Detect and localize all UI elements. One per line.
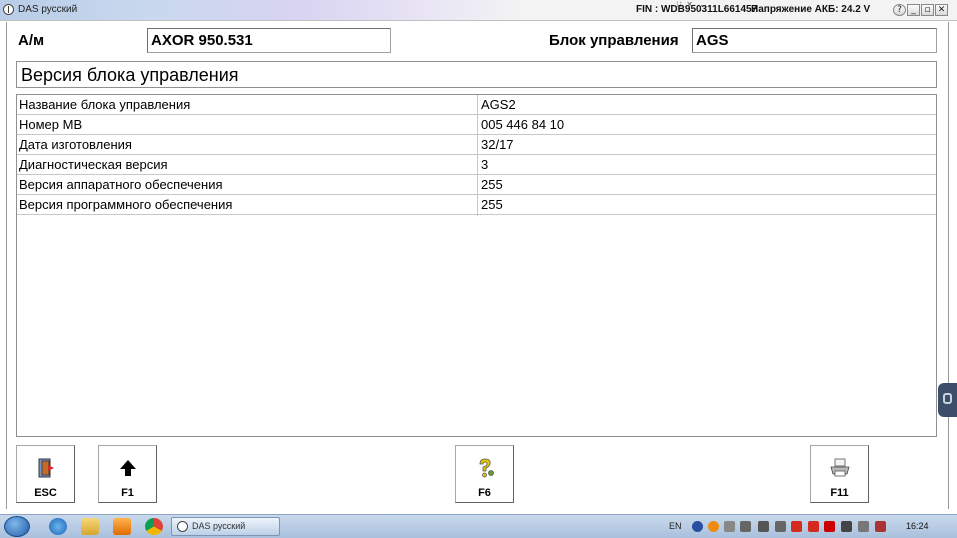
das-app-icon [177, 521, 188, 532]
flag-icon[interactable] [875, 521, 886, 532]
help-question-icon [479, 458, 494, 478]
media-player-icon[interactable] [113, 518, 131, 535]
ie-icon[interactable] [49, 518, 67, 535]
table-row: Номер МВ 005 446 84 10 [17, 115, 936, 136]
title-bar: DAS русский FIN : WDB950311L661457 ⁝⁝ ✕ … [0, 0, 957, 21]
table-row: Версия аппаратного обеспечения 255 [17, 175, 936, 196]
row-name: Дата изготовления [19, 137, 132, 152]
taskbar: DAS русский EN 16:24 [0, 514, 957, 538]
audio-icon[interactable] [841, 521, 852, 532]
start-button[interactable] [4, 516, 30, 537]
minimize-button[interactable]: _ [907, 4, 920, 16]
row-name: Версия аппаратного обеспечения [19, 177, 223, 192]
printer-icon [829, 458, 850, 477]
volume-icon[interactable] [740, 521, 751, 532]
esc-label: ESC [34, 487, 57, 499]
signal-icon[interactable] [775, 521, 786, 532]
arrow-up-icon [119, 460, 136, 476]
control-unit-label: Блок управления [549, 32, 679, 49]
toolbar-grip[interactable]: ⁝⁝ ✕ ⌄ [676, 0, 705, 9]
f11-button[interactable]: F11 [810, 445, 869, 503]
folder-icon[interactable] [81, 518, 99, 535]
f11-label: F11 [830, 487, 849, 499]
f1-button[interactable]: F1 [98, 445, 157, 503]
control-unit-field: AGS [692, 28, 937, 53]
row-value: 32/17 [477, 135, 514, 156]
help-circle-icon[interactable]: ? [893, 4, 906, 16]
table-row: Дата изготовления 32/17 [17, 135, 936, 156]
window-title: DAS русский [18, 4, 78, 15]
row-name: Номер МВ [19, 117, 83, 132]
close-button[interactable]: ✕ [935, 4, 948, 16]
row-name: Диагностическая версия [19, 157, 168, 172]
language-indicator[interactable]: EN [669, 521, 682, 531]
f6-button[interactable]: F6 [455, 445, 514, 503]
f6-label: F6 [478, 487, 491, 499]
section-title: Версия блока управления [16, 61, 937, 88]
row-value: 005 446 84 10 [477, 115, 564, 136]
clock[interactable]: 16:24 [906, 521, 929, 531]
app-icon [3, 4, 14, 15]
display-icon[interactable] [858, 521, 869, 532]
version-table: Название блока управления AGS2 Номер МВ … [16, 94, 937, 437]
f1-label: F1 [121, 487, 134, 499]
row-value: 3 [477, 155, 488, 176]
network-icon[interactable] [758, 521, 769, 532]
battery-voltage-readout: Напряжение АКБ: 24.2 V [751, 4, 871, 15]
taskbar-item-das[interactable]: DAS русский [171, 517, 280, 536]
vehicle-field: AXOR 950.531 [147, 28, 391, 53]
exit-door-icon [38, 458, 54, 478]
avast-icon[interactable] [708, 521, 719, 532]
taskbar-item-label: DAS русский [192, 521, 246, 531]
row-value: 255 [477, 195, 503, 216]
row-name: Название блока управления [19, 97, 191, 112]
table-row: Диагностическая версия 3 [17, 155, 936, 176]
maximize-button[interactable]: ▫ [921, 4, 934, 16]
row-value: AGS2 [477, 95, 516, 116]
row-name: Версия программного обеспечения [19, 197, 233, 212]
vehicle-label: А/м [18, 32, 45, 49]
bluetooth-icon[interactable] [692, 521, 703, 532]
table-row: Версия программного обеспечения 255 [17, 195, 936, 216]
app-tray-icon[interactable] [808, 521, 819, 532]
table-row: Название блока управления AGS2 [17, 95, 936, 116]
esc-button[interactable]: ESC [16, 445, 75, 503]
device-icon[interactable] [724, 521, 735, 532]
security-icon[interactable] [791, 521, 802, 532]
chrome-icon[interactable] [145, 518, 163, 535]
row-value: 255 [477, 175, 503, 196]
app-tray-icon-2[interactable] [824, 521, 835, 532]
side-panel-handle[interactable] [938, 383, 957, 417]
